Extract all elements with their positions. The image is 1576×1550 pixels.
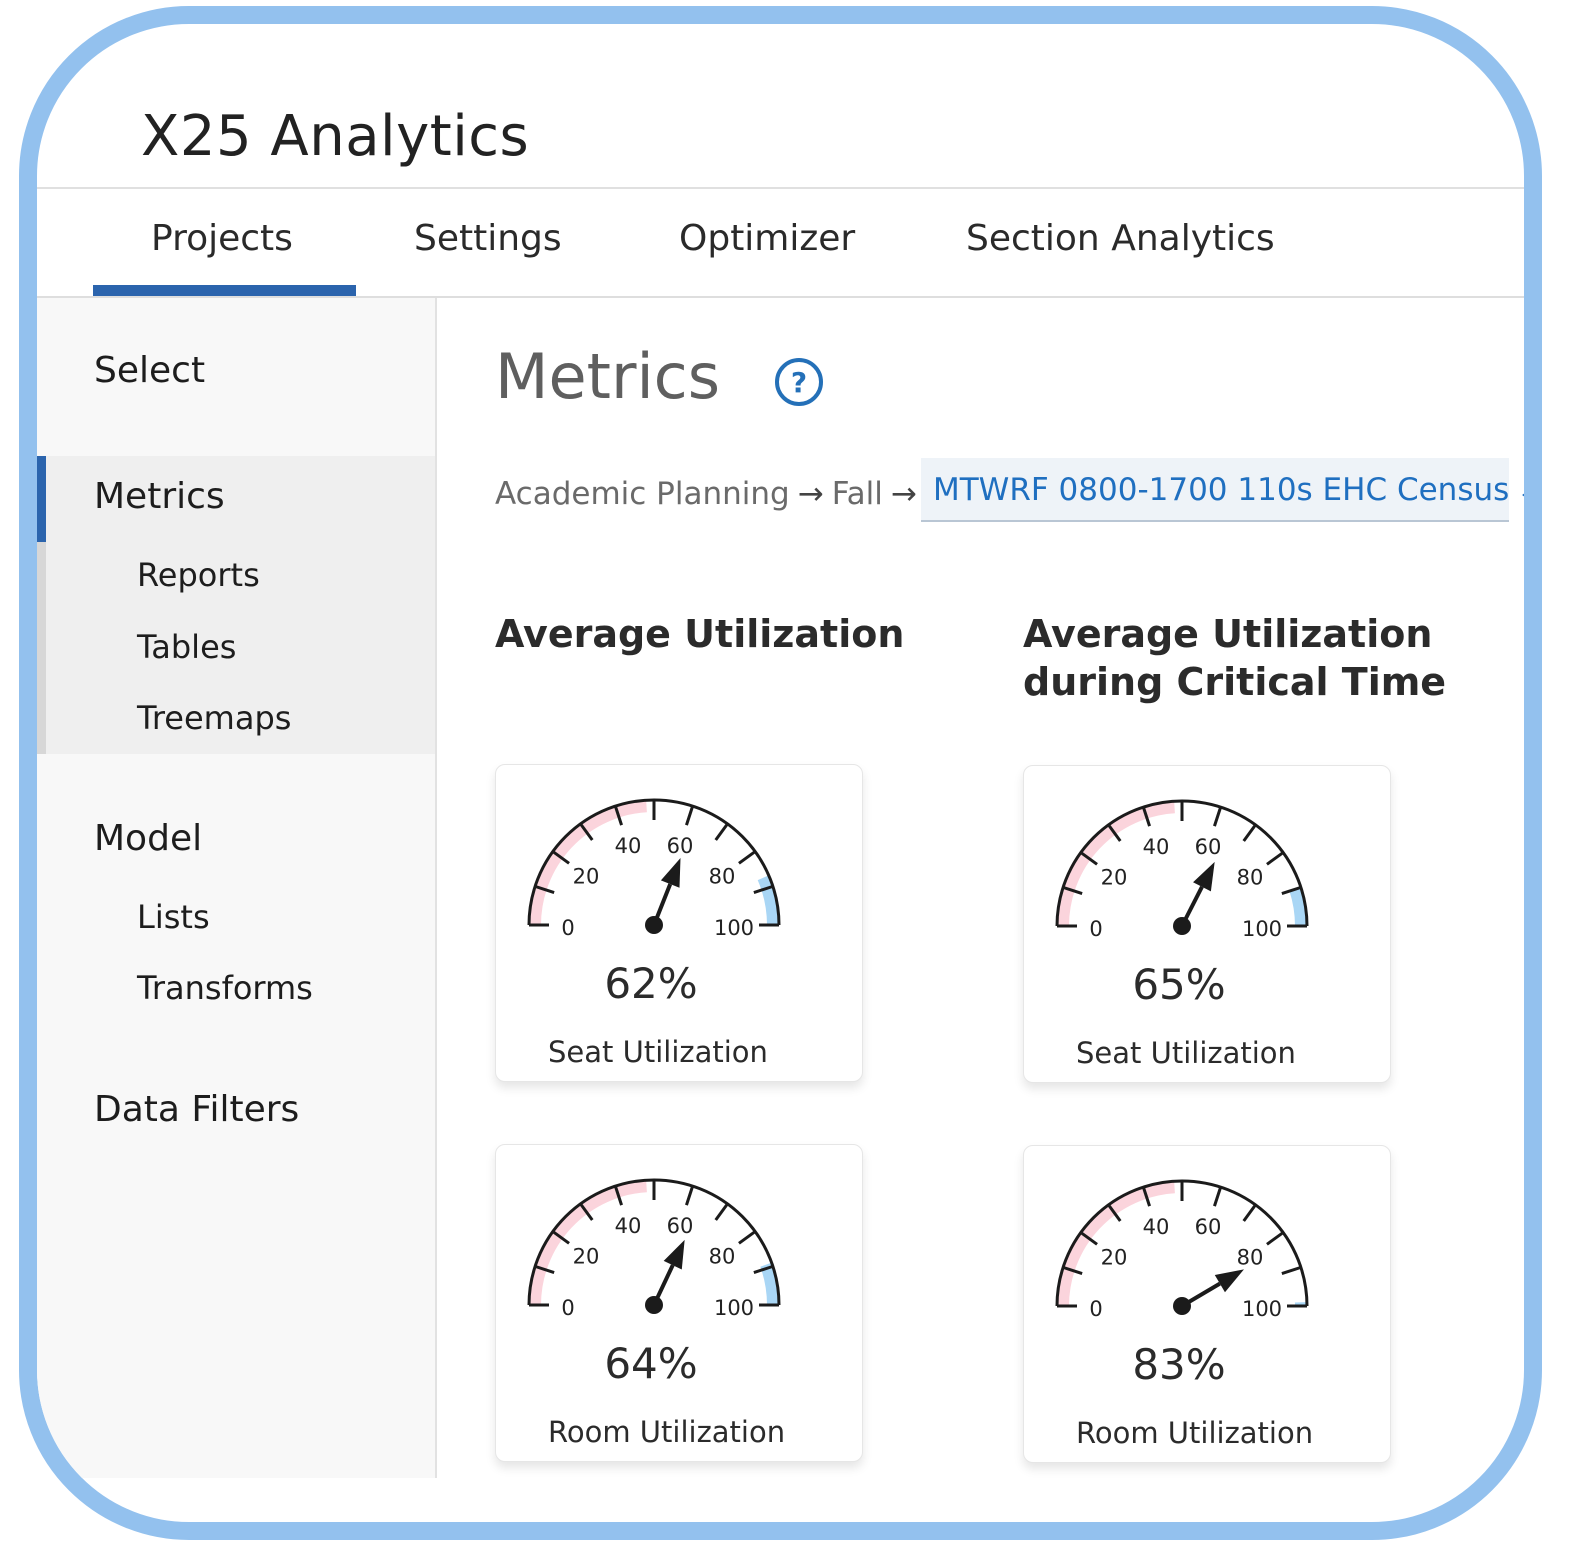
gauge-tick-label: 40 — [615, 1214, 642, 1238]
sidebar-item-model[interactable]: Model — [94, 818, 202, 859]
gauge-needle-head — [663, 1239, 685, 1270]
gauge-tick — [738, 850, 757, 865]
sidebar-active-indicator — [37, 456, 46, 542]
gauge-tick-label: 0 — [1089, 917, 1102, 941]
gauge-tick — [1213, 806, 1223, 827]
gauge-tick-label: 40 — [1143, 1215, 1170, 1239]
gauge-tick-label: 0 — [561, 916, 574, 940]
gauge-tick — [714, 822, 729, 841]
gauge-tick — [1242, 1203, 1257, 1222]
sidebar-item-reports[interactable]: Reports — [137, 556, 260, 594]
gauge-tick-label: 100 — [714, 916, 754, 940]
header-divider — [37, 187, 1524, 189]
gauge-tick-label: 60 — [667, 1214, 694, 1238]
gauge-tick-label: 100 — [1242, 1297, 1282, 1321]
gauge-chart: 0 20 40 60 80 100 — [527, 1178, 781, 1320]
app-frame: X25 Analytics Projects Settings Optimize… — [19, 6, 1542, 1540]
gauge-label: Room Utilization — [548, 1415, 786, 1449]
gauge-tick-label: 80 — [1237, 866, 1264, 890]
gauge-needle-head — [1193, 861, 1215, 892]
question-circle-icon[interactable]: ? — [775, 358, 823, 406]
gauge-tick-label: 80 — [709, 865, 736, 889]
gauge-hub — [1173, 1297, 1191, 1315]
sidebar-item-metrics[interactable]: Metrics — [94, 476, 225, 517]
gauge-band-high — [1289, 887, 1307, 927]
sidebar-select-heading: Select — [94, 350, 206, 391]
gauge-hub — [645, 916, 663, 934]
gauge-tick-label: 0 — [1089, 1297, 1102, 1321]
gauge-tick — [1242, 823, 1257, 842]
arrow-right-icon: → — [797, 476, 824, 512]
gauge-tick-label: 100 — [714, 1296, 754, 1320]
gauge-tick-label: 80 — [709, 1245, 736, 1269]
tab-optimizer[interactable]: Optimizer — [679, 218, 855, 259]
census-selector-value: MTWRF 0800-1700 110s EHC Census — [933, 472, 1510, 508]
sidebar-item-transforms[interactable]: Transforms — [137, 969, 313, 1007]
gauge-needle-head — [1214, 1269, 1244, 1293]
gauge-card: 0 20 40 60 80 100 65% Seat Utilization — [1023, 765, 1391, 1083]
gauge-tick-label: 20 — [1101, 1246, 1128, 1270]
breadcrumb-item[interactable]: Fall — [832, 476, 883, 512]
page-title: Metrics — [495, 340, 721, 413]
gauge-tick-label: 80 — [1237, 1246, 1264, 1270]
sidebar-item-tables[interactable]: Tables — [137, 628, 236, 666]
gauge-tick-label: 100 — [1242, 917, 1282, 941]
sidebar-group-indicator — [37, 542, 46, 754]
gauge-tick — [738, 1230, 757, 1245]
gauge-hub — [1173, 917, 1191, 935]
gauge-card: 0 20 40 60 80 100 83% Room Utilization — [1023, 1145, 1391, 1463]
gauge-chart: 0 20 40 60 80 100 — [1055, 799, 1309, 941]
gauge-card: 0 20 40 60 80 100 64% Room Utilization — [495, 1144, 863, 1462]
gauge-tick-label: 20 — [1101, 866, 1128, 890]
sidebar-item-lists[interactable]: Lists — [137, 898, 210, 936]
gauge-hub — [645, 1296, 663, 1314]
gauge-tick-label: 20 — [573, 865, 600, 889]
arrow-right-icon: → — [890, 476, 917, 512]
gauge-label: Room Utilization — [1076, 1416, 1314, 1450]
gauge-tick — [714, 1202, 729, 1221]
tab-section-analytics[interactable]: Section Analytics — [966, 218, 1275, 259]
gauge-tick — [1266, 851, 1285, 866]
gauge-tick — [685, 805, 695, 826]
gauge-tick — [1281, 1265, 1302, 1275]
tab-settings[interactable]: Settings — [414, 218, 562, 259]
gauge-tick-label: 60 — [1195, 835, 1222, 859]
gauge-tick-label: 60 — [1195, 1215, 1222, 1239]
gauge-band-high — [760, 1262, 779, 1306]
gauge-tick-label: 20 — [573, 1245, 600, 1269]
breadcrumb: Academic Planning → Fall → — [495, 476, 925, 512]
gauge-tick — [1213, 1186, 1223, 1207]
sidebar: Select Metrics Reports Tables Treemaps M… — [37, 298, 437, 1478]
gauge-value: 83% — [1132, 1340, 1226, 1389]
gauge-chart: 0 20 40 60 80 100 — [1055, 1179, 1309, 1321]
gauge-tick-label: 60 — [667, 834, 694, 858]
section-heading-critical-time: Average Utilization during Critical Time — [1023, 612, 1447, 704]
gauge-card: 0 20 40 60 80 100 62% Seat Utilization — [495, 764, 863, 1082]
gauge-label: Seat Utilization — [1076, 1036, 1296, 1070]
census-selector[interactable]: MTWRF 0800-1700 110s EHC Census⌄ — [921, 458, 1524, 522]
tab-projects[interactable]: Projects — [151, 218, 293, 259]
gauge-tick-label: 40 — [1143, 835, 1170, 859]
gauge-tick — [1266, 1231, 1285, 1246]
sidebar-item-data-filters[interactable]: Data Filters — [94, 1089, 299, 1130]
app-title: X25 Analytics — [141, 104, 530, 169]
gauge-value: 65% — [1132, 960, 1226, 1009]
sidebar-item-treemaps[interactable]: Treemaps — [137, 699, 291, 737]
gauge-chart: 0 20 40 60 80 100 — [527, 798, 781, 940]
chevron-down-icon: ⌄ — [1515, 477, 1524, 507]
top-tabs: Projects Settings Optimizer Section Anal… — [37, 190, 1524, 298]
gauge-value: 62% — [604, 959, 698, 1008]
gauge-needle-head — [660, 858, 681, 888]
gauge-tick-label: 0 — [561, 1296, 574, 1320]
gauge-label: Seat Utilization — [548, 1035, 768, 1069]
gauge-tick-label: 40 — [615, 834, 642, 858]
main-content: Metrics ? Academic Planning → Fall → MTWRF … — [437, 298, 1524, 1498]
section-heading-average-utilization: Average Utilization — [495, 612, 905, 656]
gauge-value: 64% — [604, 1339, 698, 1388]
gauge-tick — [685, 1185, 695, 1206]
breadcrumb-item[interactable]: Academic Planning — [495, 476, 790, 512]
